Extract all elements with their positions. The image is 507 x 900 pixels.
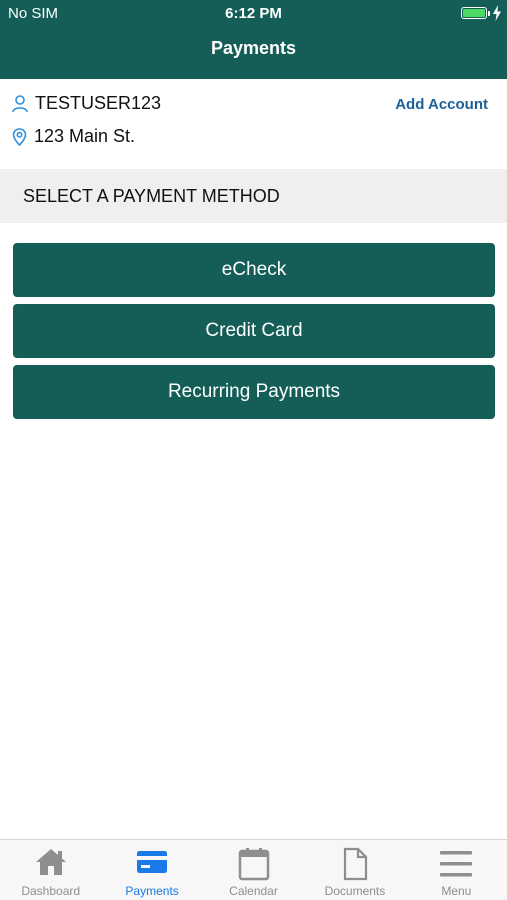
add-account-link[interactable]: Add Account xyxy=(395,96,488,113)
account-address-row: 123 Main St. xyxy=(12,126,135,147)
account-address: 123 Main St. xyxy=(34,126,136,146)
tab-payments[interactable]: Payments xyxy=(101,840,202,900)
location-pin-icon xyxy=(12,127,27,146)
page-title: Payments xyxy=(210,38,297,58)
document-icon xyxy=(343,847,368,881)
status-bar: No SIM 6:12 PM xyxy=(0,0,507,28)
battery-icon xyxy=(461,7,487,19)
tab-calendar[interactable]: Calendar xyxy=(203,840,304,900)
payment-method-header: SELECT A PAYMENT METHOD xyxy=(0,169,507,223)
calendar-icon xyxy=(238,848,269,881)
payments-screen: No SIM 6:12 PM Payments TESTUSER123 123 … xyxy=(0,0,507,900)
tab-label-documents: Documents xyxy=(324,884,386,898)
account-info: TESTUSER123 123 Main St. Add Account xyxy=(0,79,507,169)
credit-card-icon xyxy=(137,851,168,873)
tab-label-menu: Menu xyxy=(441,884,472,898)
tab-label-payments: Payments xyxy=(125,884,179,898)
battery-tip xyxy=(488,11,490,16)
credit-card-button[interactable]: Credit Card xyxy=(13,304,495,358)
recurring-payments-button[interactable]: Recurring Payments xyxy=(13,365,495,419)
account-user-row: TESTUSER123 xyxy=(12,93,161,114)
tab-label-dashboard: Dashboard xyxy=(21,884,81,898)
status-time: 6:12 PM xyxy=(225,5,282,22)
app-header: No SIM 6:12 PM Payments xyxy=(0,0,507,79)
account-username: TESTUSER123 xyxy=(35,93,162,113)
charging-bolt-icon xyxy=(493,5,501,21)
home-icon xyxy=(35,849,66,875)
tab-dashboard[interactable]: Dashboard xyxy=(0,840,101,900)
battery-level xyxy=(463,9,485,17)
user-icon xyxy=(12,94,28,112)
hamburger-menu-icon xyxy=(440,851,473,877)
bottom-tab-bar: Dashboard Payments Calendar Documents Me… xyxy=(0,839,507,900)
tab-documents[interactable]: Documents xyxy=(304,840,405,900)
tab-label-calendar: Calendar xyxy=(229,884,278,898)
echeck-button[interactable]: eCheck xyxy=(13,243,495,297)
tab-menu[interactable]: Menu xyxy=(406,840,507,900)
